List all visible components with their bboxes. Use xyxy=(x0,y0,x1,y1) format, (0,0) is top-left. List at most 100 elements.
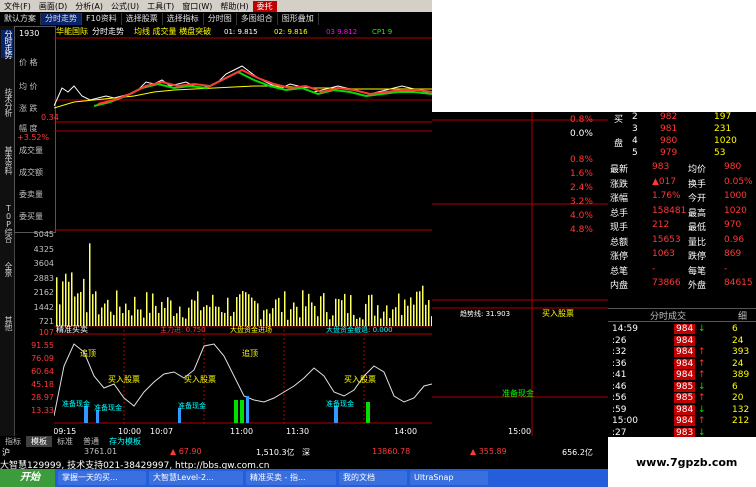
volume-bar xyxy=(62,281,64,326)
task-button-1[interactable]: 掌握一天的买... xyxy=(58,471,146,485)
bid-row[interactable]: 买 2 982 197 xyxy=(610,112,756,125)
stat-label: 涨幅 xyxy=(610,194,629,204)
intraday-button[interactable]: 分时走势 xyxy=(41,13,82,25)
time-tick-1400: 14:00 xyxy=(394,427,417,436)
stat-value: 73866 xyxy=(652,278,681,288)
volume-bar xyxy=(176,313,178,326)
volume-bar xyxy=(164,307,166,326)
stat-label-2: 今开 xyxy=(688,194,707,204)
menu-trade[interactable]: 委托 xyxy=(252,0,277,12)
volume-bar xyxy=(104,303,106,326)
trade-row[interactable]: :59 984 ↓ 132 xyxy=(610,404,756,417)
default-scheme-button[interactable]: 默认方案 xyxy=(0,13,41,25)
trade-title[interactable]: 分时成交 xyxy=(650,309,686,322)
trade-row[interactable]: :26 984 24 xyxy=(610,335,756,348)
sz-amount: 656.2亿 xyxy=(562,448,593,457)
menu-formula[interactable]: 公式(U) xyxy=(107,1,143,12)
menu-view[interactable]: 画面(D) xyxy=(35,1,71,12)
bid-level: 4 xyxy=(632,136,638,146)
volume-bar xyxy=(290,309,292,326)
menu-file[interactable]: 文件(F) xyxy=(0,1,35,12)
indicator-line4: 趋势线: 31.903 xyxy=(460,309,510,318)
tab-other[interactable]: 其他 xyxy=(1,316,13,330)
select-stock-button[interactable]: 选择股票 xyxy=(122,13,163,25)
trade-detail-tab[interactable]: 细 xyxy=(738,309,747,322)
trade-time: :46 xyxy=(612,381,627,392)
volume-bars xyxy=(56,243,432,326)
tab-save-template[interactable]: 存为模板 xyxy=(104,436,146,447)
volume-bar xyxy=(269,313,271,326)
task-button-3[interactable]: 精准买卖 - 指... xyxy=(246,471,336,485)
start-button[interactable]: 开始 xyxy=(0,469,55,487)
intraday-chart-button[interactable]: 分时图 xyxy=(204,13,237,25)
volume-bar xyxy=(287,319,289,326)
label-avg: 均 价 xyxy=(19,82,38,91)
volume-bar xyxy=(227,297,229,326)
trade-volume: 24 xyxy=(732,335,744,346)
intraday-chart[interactable]: 华能国际 分时走势 均线 成交量 横盘突破 01: 9.815 02: 9.81… xyxy=(54,26,432,436)
volume-bar xyxy=(158,312,160,326)
f10-button[interactable]: F10资料 xyxy=(82,13,122,25)
volume-bar xyxy=(362,319,364,326)
bid-row[interactable]: 3 981 231 xyxy=(610,124,756,136)
volume-bar xyxy=(107,299,109,326)
tab-top[interactable]: T0P综合 xyxy=(1,204,13,242)
menu-help[interactable]: 帮助(H) xyxy=(216,1,252,12)
volume-bar xyxy=(281,311,283,326)
trade-row[interactable]: 15:00 984 ↑ 212 xyxy=(610,416,756,428)
svg-text:准备现金: 准备现金 xyxy=(94,403,122,412)
tab-indicator[interactable]: 指标 xyxy=(0,436,26,447)
task-button-2[interactable]: 大智慧Level-2... xyxy=(149,471,243,485)
overlay-button[interactable]: 图形叠加 xyxy=(278,13,319,25)
menu-tools[interactable]: 工具(T) xyxy=(143,1,178,12)
volume-bar xyxy=(296,306,298,326)
volume-bar xyxy=(140,309,142,326)
trade-direction-icon: ↓ xyxy=(698,404,706,415)
svg-text:2.4%: 2.4% xyxy=(570,183,593,193)
tab-normal[interactable]: 普通 xyxy=(78,436,104,447)
ticker-bar: 大智慧129999, 技术支持021-38429997, http://bbs.… xyxy=(0,458,608,471)
multi-chart-button[interactable]: 多图组合 xyxy=(237,13,278,25)
volume-bar xyxy=(323,293,325,326)
trade-row[interactable]: 14:59 984 ↓ 6 xyxy=(610,324,756,336)
trade-row[interactable]: :56 985 ↑ 20 xyxy=(610,393,756,405)
menu-window[interactable]: 窗口(W) xyxy=(178,1,216,12)
trade-row[interactable]: :32 984 ↑ 393 xyxy=(610,347,756,359)
stat-row: 内盘 73866 外盘 84615 xyxy=(610,278,756,291)
volume-bar xyxy=(128,310,130,326)
tab-panorama[interactable]: 全景 xyxy=(1,262,13,276)
tab-intraday[interactable]: 分时走势 xyxy=(1,30,13,58)
trade-row[interactable]: :36 984 ↑ 24 xyxy=(610,358,756,371)
volume-bar xyxy=(353,314,355,326)
tab-basic[interactable]: 基本资料 xyxy=(1,146,13,174)
trade-price: 984 xyxy=(674,416,696,426)
trade-row[interactable]: :41 984 ↑ 389 xyxy=(610,370,756,382)
trade-volume: 24 xyxy=(732,358,744,369)
bid-price: 981 xyxy=(660,124,678,134)
bid-row[interactable]: 5 979 53 xyxy=(610,148,756,160)
quote-panel: 买 2 982 197 3 981 231 盘 4 980 1020 5 979 53 最新 983 均价 98… xyxy=(608,112,756,438)
task-button-5[interactable]: UltraSnap xyxy=(410,471,488,485)
label-ask-vol: 委卖量 xyxy=(19,190,43,199)
indicator-line2: 大盘资金进场 xyxy=(230,325,272,334)
volume-bar xyxy=(395,307,397,326)
task-button-4[interactable]: 我的文档 xyxy=(339,471,407,485)
price-grid xyxy=(54,37,432,327)
label-bid-vol: 委买量 xyxy=(19,212,43,221)
volume-bar xyxy=(191,299,193,326)
trade-row[interactable]: :46 985 ↓ 6 xyxy=(610,381,756,394)
select-indicator-button[interactable]: 选择指标 xyxy=(163,13,204,25)
bid-row[interactable]: 盘 4 980 1020 xyxy=(610,136,756,149)
menu-analysis[interactable]: 分析(A) xyxy=(71,1,107,12)
volume-bar xyxy=(56,277,58,326)
stat-value: 158481 xyxy=(652,205,687,216)
tab-technical[interactable]: 技术分析 xyxy=(1,88,13,116)
tab-standard[interactable]: 标准 xyxy=(52,436,78,447)
bid-level: 2 xyxy=(632,112,638,122)
volume-bar xyxy=(257,303,259,326)
tab-template[interactable]: 模板 xyxy=(26,436,52,447)
volume-bar xyxy=(200,310,202,326)
volume-bar xyxy=(218,306,220,326)
stat-value-2: 980 xyxy=(724,162,742,172)
trade-volume: 20 xyxy=(732,393,744,403)
